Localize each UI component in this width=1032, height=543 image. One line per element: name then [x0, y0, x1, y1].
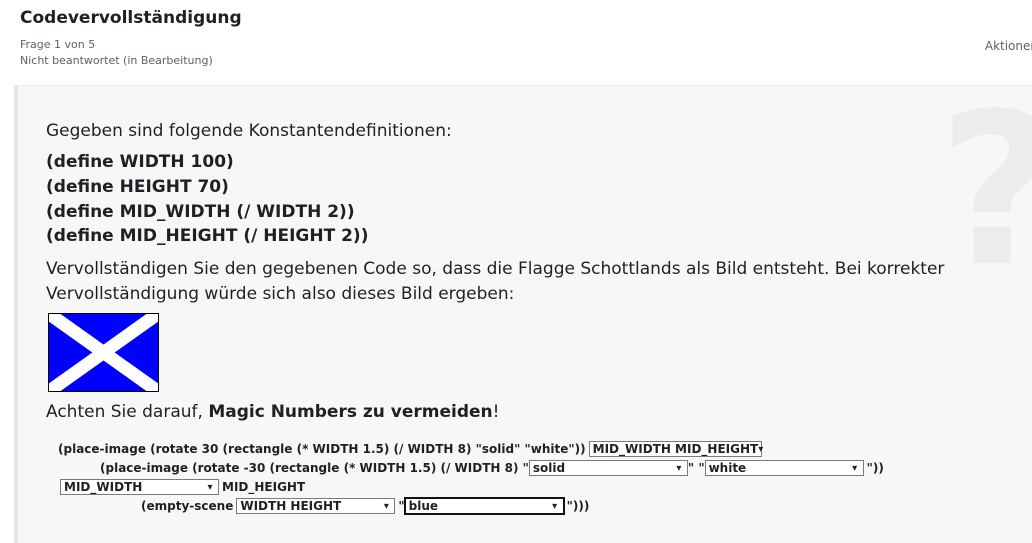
chevron-down-icon: ▾ — [852, 462, 858, 474]
select-position-2[interactable]: MID_WIDTH ▾ — [60, 479, 219, 495]
question-box: ? Gegeben sind folgende Konstantendefini… — [14, 85, 1032, 543]
question-intro: Gegeben sind folgende Konstantendefiniti… — [46, 121, 452, 141]
code-line-1-text: (place-image (rotate 30 (rectangle (* WI… — [58, 442, 586, 456]
select-background-color[interactable]: blue ▾ — [404, 498, 564, 514]
definition-3: (define MID_WIDTH (/ WIDTH 2)) — [46, 202, 355, 222]
definition-1: (define WIDTH 100) — [46, 152, 234, 172]
instruction-line-1: Vervollständigen Sie den gegebenen Code … — [46, 259, 945, 279]
select-position-1[interactable]: MID_WIDTH MID_HEIGHT ▾ — [588, 441, 764, 457]
chevron-down-icon: ▾ — [552, 500, 558, 512]
definition-2: (define HEIGHT 70) — [46, 177, 229, 197]
question-number: Frage 1 von 5 — [20, 38, 96, 51]
select-mode-value: solid — [532, 461, 566, 475]
note-bold: Magic Numbers zu vermeiden — [208, 402, 493, 422]
code-line-2-mid: " " — [687, 461, 705, 475]
code-line-2-text: (place-image (rotate -30 (rectangle (* W… — [100, 461, 529, 475]
select-mode[interactable]: solid ▾ — [528, 460, 688, 476]
code-line-4-text: (empty-scene — [141, 499, 234, 513]
select-position-2-value: MID_WIDTH — [64, 480, 143, 494]
instruction-line-2: Vervollständigung würde sich also dieses… — [46, 284, 515, 304]
code-line-1: (place-image (rotate 30 (rectangle (* WI… — [58, 441, 764, 457]
select-position-1-value: MID_WIDTH MID_HEIGHT — [592, 442, 759, 456]
chevron-down-icon: ▾ — [383, 500, 389, 512]
code-line-3: MID_WIDTH ▾ MID_HEIGHT — [60, 479, 305, 495]
code-line-4-end: "))) — [566, 499, 590, 513]
code-line-2-end: ")) — [866, 461, 884, 475]
select-color-1[interactable]: white ▾ — [704, 460, 864, 476]
chevron-down-icon: ▾ — [207, 481, 213, 493]
code-line-4: (empty-scene WIDTH HEIGHT ▾ " blue ▾ "))… — [141, 498, 589, 514]
select-scene-size[interactable]: WIDTH HEIGHT ▾ — [236, 498, 396, 514]
question-status: Nicht beantwortet (in Bearbeitung) — [20, 54, 213, 67]
chevron-down-icon: ▾ — [758, 443, 764, 455]
chevron-down-icon: ▾ — [676, 462, 682, 474]
quiz-page: Codevervollständigung Frage 1 von 5 Nich… — [0, 0, 1032, 543]
select-color-1-value: white — [708, 461, 747, 475]
note-prefix: Achten Sie darauf, — [46, 402, 209, 422]
magic-numbers-note: Achten Sie darauf, Magic Numbers zu verm… — [46, 402, 499, 422]
code-line-3-text: MID_HEIGHT — [222, 480, 306, 494]
select-scene-size-value: WIDTH HEIGHT — [240, 499, 342, 513]
definition-4: (define MID_HEIGHT (/ HEIGHT 2)) — [46, 226, 369, 246]
code-line-2: (place-image (rotate -30 (rectangle (* W… — [100, 460, 884, 476]
scotland-flag-image — [48, 313, 159, 392]
note-suffix: ! — [492, 402, 500, 422]
question-mark-icon: ? — [938, 86, 1032, 296]
actions-menu[interactable]: Aktionen — [985, 39, 1032, 53]
select-background-color-value: blue — [408, 499, 438, 513]
page-title: Codevervollständigung — [20, 8, 242, 28]
